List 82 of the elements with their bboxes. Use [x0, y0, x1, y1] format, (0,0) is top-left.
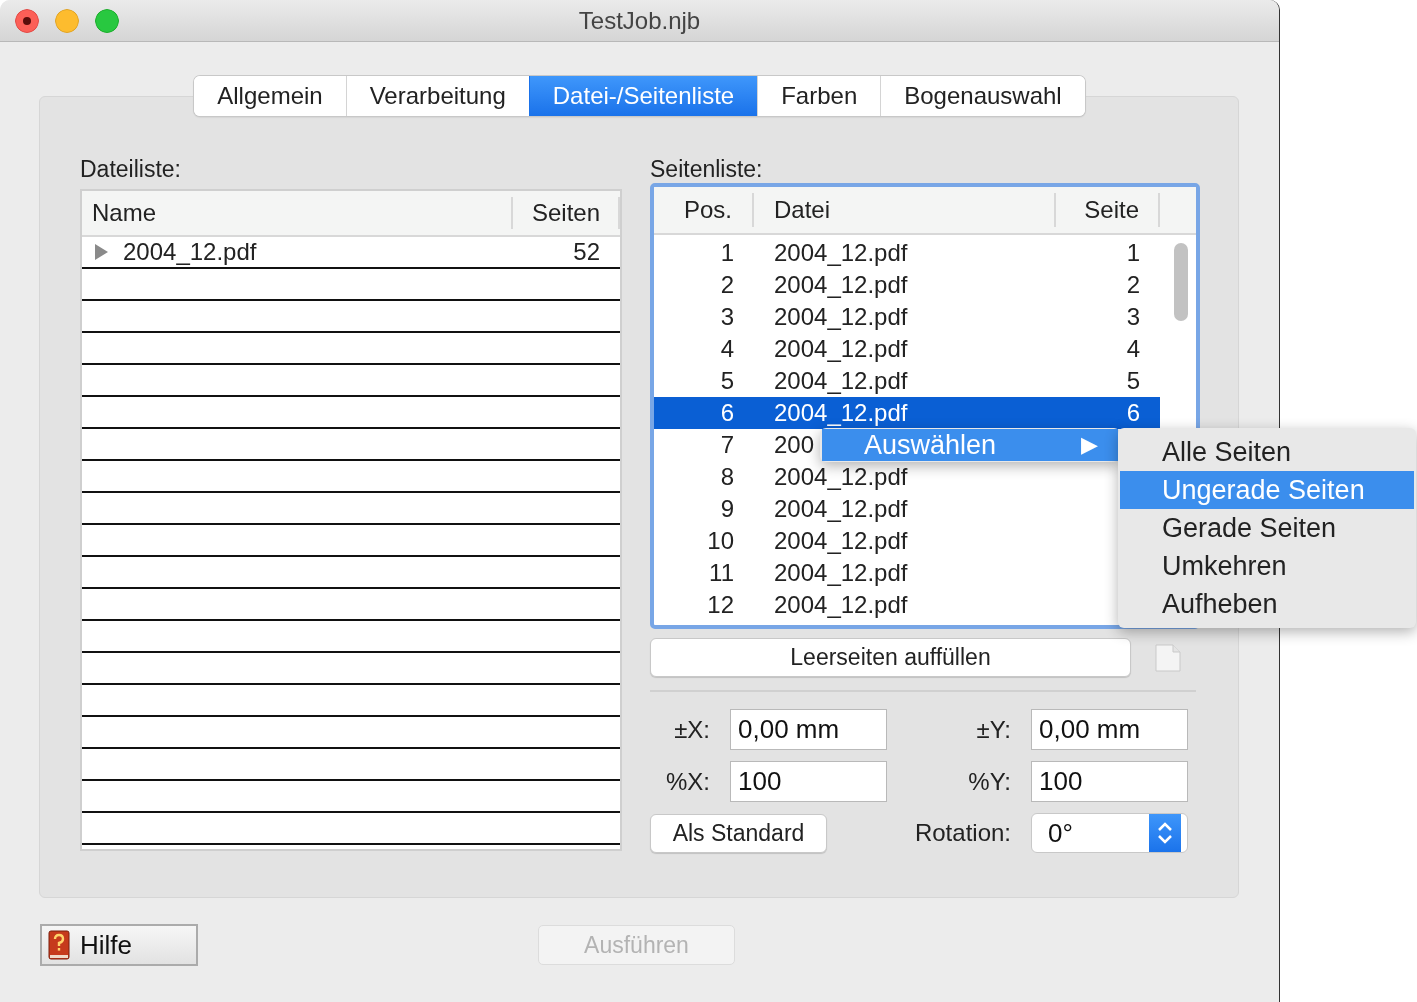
window-title: TestJob.njb: [578, 6, 701, 35]
page-cell-text: 1: [1125, 239, 1141, 267]
position-cell-text: 2: [719, 271, 735, 299]
field-label: ±X:: [673, 714, 710, 745]
help-book-icon: [48, 930, 70, 960]
position-cell-text: 9: [719, 495, 735, 523]
close-icon[interactable]: [15, 9, 39, 33]
blank-page-icon: [1155, 643, 1181, 672]
menu-item[interactable]: Umkehren: [1120, 547, 1414, 585]
file-cell-text: 2004_12.pdf: [773, 591, 908, 619]
minimize-icon[interactable]: [55, 9, 79, 33]
page-count: 52: [573, 238, 600, 266]
page-row[interactable]: 5 2004_12.pdf 5: [654, 365, 1160, 397]
menu-item[interactable]: Alle Seiten: [1120, 433, 1414, 471]
disclosure-triangle-icon[interactable]: [93, 244, 109, 260]
field-label: ±Y:: [975, 714, 1011, 745]
file-cell-text: 2004_12.pdf: [773, 271, 909, 299]
position-cell-text: 5: [719, 367, 735, 395]
input-field[interactable]: 0,00 mm: [730, 709, 887, 750]
column-header[interactable]: Seite: [1056, 193, 1160, 227]
scrollbar-thumb[interactable]: [1174, 243, 1188, 321]
file-cell-text: 2004_12.pdf: [773, 335, 909, 363]
fill-blank-pages-button[interactable]: Leerseiten auffüllen: [650, 638, 1131, 677]
field-label: %Y:: [967, 766, 1011, 797]
page-row[interactable]: 11 2004_12.pdf: [654, 557, 908, 589]
input-field[interactable]: 100: [1031, 761, 1188, 802]
position-cell-text: 7: [719, 431, 735, 459]
column-header[interactable]: Pos.: [654, 193, 754, 227]
file-cell-text: 200: [773, 431, 815, 459]
file-list-label: Dateiliste:: [80, 155, 182, 183]
page-row[interactable]: 4 2004_12.pdf 4: [654, 333, 1160, 365]
position-cell-text: 6: [719, 399, 735, 427]
zoom-icon[interactable]: [95, 9, 119, 33]
page-row[interactable]: 6 2004_12.pdf 6: [654, 397, 1160, 429]
page-row[interactable]: 9 2004_12.pdf: [654, 493, 908, 525]
file-cell-text: 2004_12.pdf: [773, 495, 908, 523]
tab[interactable]: Datei-/Seitenliste: [528, 76, 758, 116]
page-cell-text: 2: [1125, 271, 1141, 299]
page-list-label: Seitenliste:: [650, 155, 764, 183]
tab[interactable]: Bogenauswahl: [880, 76, 1085, 116]
position-cell-text: 1: [719, 239, 735, 267]
tab[interactable]: Farben: [757, 76, 881, 116]
tab[interactable]: Verarbeitung: [345, 76, 529, 116]
field-label: %X:: [665, 766, 710, 797]
input-field[interactable]: 0,00 mm: [1031, 709, 1188, 750]
file-cell-text: 2004_12.pdf: [773, 399, 909, 427]
page-row[interactable]: 2 2004_12.pdf 2: [654, 269, 1160, 301]
position-cell-text: 12: [706, 591, 735, 619]
position-cell-text: 8: [719, 463, 735, 491]
help-button[interactable]: Hilfe: [40, 924, 198, 966]
tab[interactable]: Allgemein: [194, 76, 346, 116]
page-cell-text: 5: [1125, 367, 1141, 395]
position-cell-text: 10: [706, 527, 735, 555]
page-row[interactable]: 1 2004_12.pdf 1: [654, 237, 1160, 269]
page-cell-text: 3: [1125, 303, 1141, 331]
page-cell-text: 6: [1125, 399, 1141, 427]
position-cell-text: 11: [708, 559, 735, 587]
page-row[interactable]: 10 2004_12.pdf: [654, 525, 908, 557]
menu-item[interactable]: Gerade Seiten: [1120, 509, 1414, 547]
file-cell-text: 2004_12.pdf: [773, 367, 909, 395]
rotation-dropdown[interactable]: 0°: [1031, 813, 1188, 853]
page-row[interactable]: 7 200: [654, 429, 815, 461]
position-cell-text: 4: [719, 335, 735, 363]
file-name: 2004_12.pdf: [123, 238, 257, 266]
file-cell-text: 2004_12.pdf: [773, 559, 908, 587]
file-cell-text: 2004_12.pdf: [773, 463, 908, 491]
file-cell-text: 2004_12.pdf: [773, 239, 909, 267]
menu-item[interactable]: Aufheben: [1120, 585, 1414, 623]
page-row[interactable]: 8 2004_12.pdf: [654, 461, 908, 493]
rotation-label: Rotation:: [913, 818, 1011, 848]
column-header[interactable]: Name: [82, 197, 514, 229]
file-cell-text: 2004_12.pdf: [773, 303, 909, 331]
column-header[interactable]: Seiten: [513, 197, 620, 229]
stepper-icon: [1149, 814, 1181, 852]
set-default-button[interactable]: Als Standard: [650, 813, 827, 853]
column-header[interactable]: Datei: [754, 193, 1056, 227]
file-cell-text: 2004_12.pdf: [773, 527, 908, 555]
page-row[interactable]: 3 2004_12.pdf 3: [654, 301, 1160, 333]
page-row[interactable]: 12 2004_12.pdf: [654, 589, 908, 621]
input-field[interactable]: 100: [730, 761, 887, 802]
page-cell-text: 4: [1125, 335, 1141, 363]
position-cell-text: 3: [719, 303, 735, 331]
